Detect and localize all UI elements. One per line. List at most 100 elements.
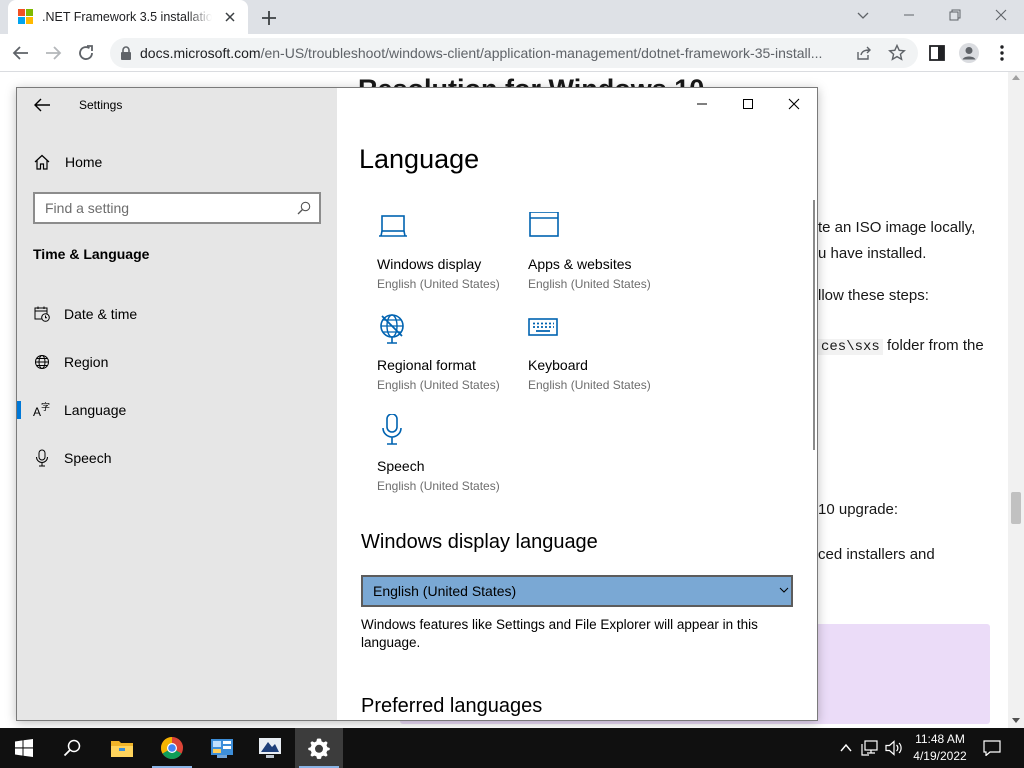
tray-overflow-button[interactable] bbox=[836, 728, 856, 768]
back-button[interactable] bbox=[8, 41, 34, 65]
find-setting-search[interactable] bbox=[33, 192, 321, 224]
calendar-clock-icon bbox=[34, 306, 50, 322]
restore-icon bbox=[949, 9, 961, 21]
forward-button[interactable] bbox=[40, 41, 66, 65]
reload-button[interactable] bbox=[73, 41, 99, 65]
share-icon[interactable] bbox=[856, 45, 872, 61]
scroll-up-icon[interactable] bbox=[1012, 74, 1020, 82]
page-text-line: 10 upgrade: bbox=[818, 501, 899, 518]
page-text-line: te an ISO image locally, bbox=[818, 219, 976, 236]
reload-icon bbox=[79, 45, 93, 60]
tab-close-icon[interactable] bbox=[222, 9, 238, 25]
page-text-line: u have installed. bbox=[818, 245, 927, 262]
close-button[interactable] bbox=[978, 0, 1024, 30]
display-language-dropdown[interactable]: English (United States) bbox=[361, 575, 793, 607]
taskbar-clock[interactable]: 11:48 AM 4/19/2022 bbox=[902, 731, 978, 765]
search-button[interactable] bbox=[48, 728, 96, 768]
page-text-line: ces\sxs folder from the bbox=[818, 337, 984, 355]
tile-speech[interactable]: Speech English (United States) bbox=[377, 414, 527, 504]
bookmark-star-icon[interactable] bbox=[888, 44, 906, 62]
page-scrollbar[interactable] bbox=[1008, 72, 1024, 728]
close-icon bbox=[995, 9, 1007, 21]
control-panel-button[interactable] bbox=[198, 728, 246, 768]
avatar-icon bbox=[959, 43, 979, 63]
scroll-down-icon[interactable] bbox=[1012, 716, 1020, 724]
control-panel-icon bbox=[211, 739, 233, 758]
arrow-left-icon bbox=[12, 46, 28, 60]
notification-icon bbox=[983, 740, 1001, 756]
tile-apps-websites[interactable]: Apps & websites English (United States) bbox=[528, 212, 678, 302]
side-panel-icon bbox=[929, 45, 945, 61]
side-panel-button[interactable] bbox=[924, 41, 950, 65]
settings-scrollbar[interactable] bbox=[813, 200, 815, 450]
lock-icon[interactable] bbox=[120, 46, 132, 60]
microphone-icon bbox=[382, 414, 402, 445]
action-center-button[interactable] bbox=[980, 728, 1004, 768]
restore-button[interactable] bbox=[932, 0, 978, 30]
sidebar-section-title: Time & Language bbox=[33, 246, 150, 262]
find-setting-input[interactable] bbox=[45, 200, 285, 216]
tile-name: Regional format bbox=[377, 357, 476, 373]
dropdown-value: English (United States) bbox=[373, 583, 517, 599]
tile-name: Speech bbox=[377, 458, 425, 474]
tile-subtitle: English (United States) bbox=[528, 378, 651, 392]
home-icon bbox=[34, 154, 50, 170]
tile-subtitle: English (United States) bbox=[377, 277, 500, 291]
url-text[interactable]: docs.microsoft.com/en-US/troubleshoot/wi… bbox=[140, 45, 860, 61]
new-tab-icon[interactable] bbox=[258, 7, 280, 29]
search-icon bbox=[63, 739, 81, 757]
sidebar-item-language[interactable]: A字 Language bbox=[17, 390, 337, 430]
sidebar-item-region[interactable]: Region bbox=[17, 342, 337, 382]
browser-tab[interactable]: .NET Framework 3.5 installation error - … bbox=[8, 0, 248, 34]
taskbar: 11:48 AM 4/19/2022 bbox=[0, 728, 1024, 768]
chevron-down-icon bbox=[779, 587, 789, 593]
gear-icon bbox=[308, 738, 330, 759]
section-heading: Preferred languages bbox=[361, 695, 543, 717]
settings-maximize-button[interactable] bbox=[725, 88, 771, 120]
language-icon: A字 bbox=[33, 402, 50, 418]
scroll-thumb[interactable] bbox=[1011, 492, 1021, 524]
globe-format-icon bbox=[380, 314, 404, 344]
file-explorer-button[interactable] bbox=[98, 728, 146, 768]
code-fragment: ces\sxs bbox=[818, 339, 883, 355]
home-label: Home bbox=[65, 154, 103, 170]
folder-icon bbox=[111, 741, 133, 757]
sidebar-item-speech[interactable]: Speech bbox=[17, 438, 337, 478]
tile-regional-format[interactable]: Regional format English (United States) bbox=[377, 313, 527, 403]
settings-taskbar-button[interactable] bbox=[295, 728, 343, 768]
settings-minimize-button[interactable] bbox=[679, 88, 725, 120]
sidebar-item-date-time[interactable]: Date & time bbox=[17, 294, 337, 334]
windows-logo-icon bbox=[15, 739, 33, 757]
sidebar-item-home[interactable]: Home bbox=[33, 150, 102, 174]
monitor-icon bbox=[259, 738, 281, 758]
settings-sidebar: Settings Home Time & Language Date & tim… bbox=[17, 88, 337, 720]
tile-keyboard[interactable]: Keyboard English (United States) bbox=[528, 313, 678, 403]
tab-search-button[interactable] bbox=[840, 0, 886, 30]
network-button[interactable] bbox=[858, 728, 882, 768]
tile-subtitle: English (United States) bbox=[528, 277, 651, 291]
settings-content: Language Windows display English (United… bbox=[337, 88, 817, 720]
page-text-line: ced installers and bbox=[818, 546, 935, 563]
url-path: /en-US/troubleshoot/windows-client/appli… bbox=[260, 45, 823, 61]
tile-name: Keyboard bbox=[528, 357, 588, 373]
chevron-down-icon bbox=[857, 12, 869, 19]
chrome-icon bbox=[161, 737, 183, 759]
tile-windows-display[interactable]: Windows display English (United States) bbox=[377, 212, 527, 302]
sidebar-item-label: Region bbox=[64, 354, 109, 370]
url-host: docs.microsoft.com bbox=[140, 45, 261, 61]
settings-close-button[interactable] bbox=[771, 88, 817, 120]
tab-title: .NET Framework 3.5 installation error - … bbox=[42, 10, 212, 24]
back-arrow-icon[interactable] bbox=[31, 94, 53, 116]
profile-button[interactable] bbox=[956, 41, 982, 65]
browser-tab-strip: .NET Framework 3.5 installation error - … bbox=[0, 0, 1024, 34]
chrome-button[interactable] bbox=[148, 728, 196, 768]
minimize-button[interactable] bbox=[886, 0, 932, 30]
arrow-right-icon bbox=[46, 46, 62, 60]
browser-toolbar: docs.microsoft.com/en-US/troubleshoot/wi… bbox=[0, 34, 1024, 72]
address-bar[interactable]: docs.microsoft.com/en-US/troubleshoot/wi… bbox=[110, 38, 918, 68]
network-icon bbox=[861, 740, 878, 756]
remote-desktop-button[interactable] bbox=[246, 728, 294, 768]
start-button[interactable] bbox=[0, 728, 48, 768]
search-icon[interactable] bbox=[297, 201, 311, 215]
menu-button[interactable] bbox=[989, 41, 1015, 65]
